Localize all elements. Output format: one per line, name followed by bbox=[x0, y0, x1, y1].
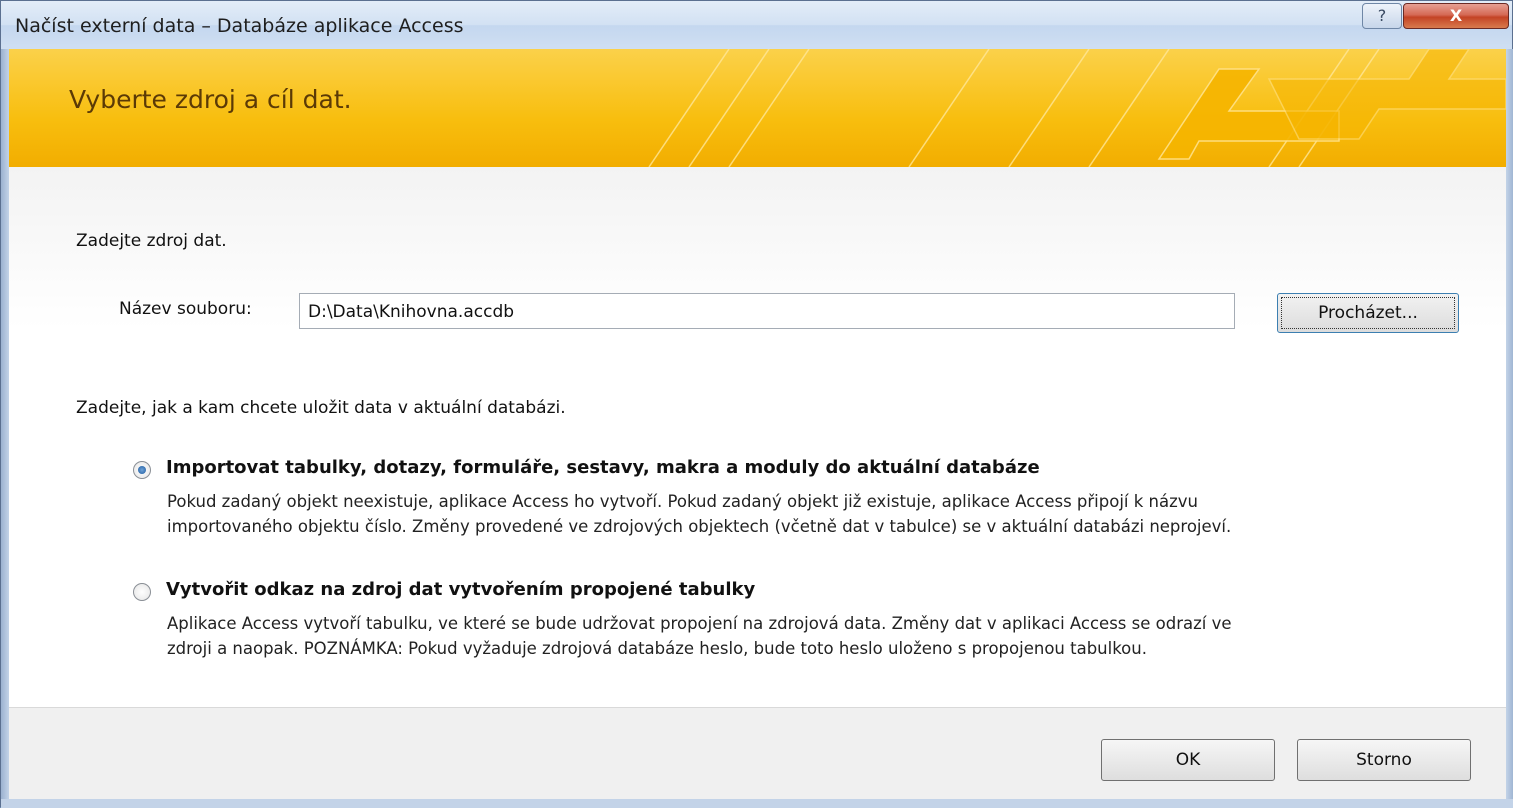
link-option-title[interactable]: Vytvořit odkaz na zdroj dat vytvořením p… bbox=[166, 579, 755, 600]
dialog-footer: OK Storno bbox=[9, 708, 1506, 799]
header-banner: Vyberte zdroj a cíl dat. bbox=[9, 49, 1506, 167]
help-button[interactable]: ? bbox=[1362, 3, 1402, 29]
import-option-title[interactable]: Importovat tabulky, dotazy, formuláře, s… bbox=[166, 457, 1040, 478]
import-option-radio[interactable] bbox=[133, 461, 151, 479]
ok-button-label: OK bbox=[1175, 750, 1201, 770]
destination-instruction: Zadejte, jak a kam chcete uložit data v … bbox=[76, 398, 566, 418]
ok-button[interactable]: OK bbox=[1101, 739, 1275, 781]
link-desc-line-2: zdroji a naopak. POZNÁMKA: Pokud vyžaduj… bbox=[167, 639, 1147, 658]
window-frame-left bbox=[1, 49, 9, 799]
title-bar[interactable]: Načíst externí data – Databáze aplikace … bbox=[1, 1, 1512, 49]
close-button[interactable]: X bbox=[1403, 3, 1509, 29]
link-option-description: Aplikace Access vytvoří tabulku, ve kter… bbox=[167, 611, 1447, 661]
browse-button[interactable]: Procházet... bbox=[1277, 293, 1459, 333]
link-option-radio[interactable] bbox=[133, 583, 151, 601]
close-icon: X bbox=[1449, 6, 1463, 25]
banner-heading: Vyberte zdroj a cíl dat. bbox=[69, 85, 352, 114]
help-icon: ? bbox=[1377, 6, 1387, 25]
cancel-button-label: Storno bbox=[1356, 750, 1412, 770]
filename-label: Název souboru: bbox=[119, 299, 252, 319]
window-frame-right bbox=[1506, 49, 1513, 799]
import-option-description: Pokud zadaný objekt neexistuje, aplikace… bbox=[167, 489, 1447, 539]
filename-input[interactable]: D:\Data\Knihovna.accdb bbox=[299, 293, 1235, 329]
import-desc-line-1: Pokud zadaný objekt neexistuje, aplikace… bbox=[167, 492, 1199, 511]
source-instruction: Zadejte zdroj dat. bbox=[76, 231, 227, 251]
import-dialog-window: Načíst externí data – Databáze aplikace … bbox=[0, 0, 1513, 808]
cancel-button[interactable]: Storno bbox=[1297, 739, 1471, 781]
browse-focus-rect bbox=[1281, 297, 1455, 329]
link-desc-line-1: Aplikace Access vytvoří tabulku, ve kter… bbox=[167, 614, 1232, 633]
import-desc-line-2: importovaného objektu číslo. Změny prove… bbox=[167, 517, 1232, 536]
window-title: Načíst externí data – Databáze aplikace … bbox=[15, 15, 464, 37]
dialog-client-area: Vyberte zdroj a cíl dat. Zadejte zdroj d… bbox=[9, 49, 1506, 799]
